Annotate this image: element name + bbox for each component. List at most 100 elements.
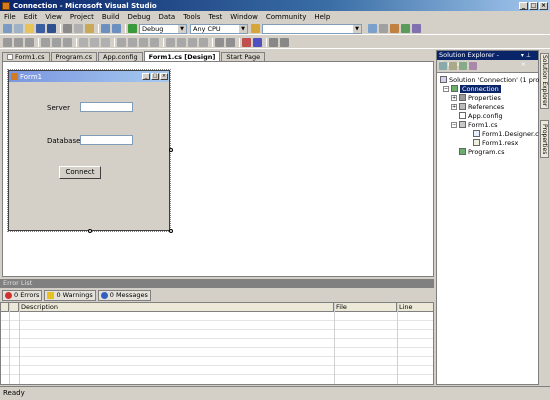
col-type[interactable] [1,303,9,311]
add-item-icon[interactable] [14,24,23,33]
menu-project[interactable]: Project [70,13,94,21]
menu-file[interactable]: File [4,13,16,21]
col-description[interactable]: Description [19,303,334,311]
menu-tools[interactable]: Tools [183,13,200,21]
error-table[interactable]: Description File Line [0,302,434,385]
make-same-width-icon[interactable] [79,38,88,47]
align-middles-icon[interactable] [52,38,61,47]
menu-build[interactable]: Build [102,13,120,21]
resize-handle-corner[interactable] [169,229,173,233]
save-all-icon[interactable] [47,24,56,33]
show-all-files-icon[interactable] [449,62,457,70]
align-rights-icon[interactable] [25,38,34,47]
class-view-icon[interactable] [412,24,421,33]
tab-program-cs[interactable]: Program.cs [50,52,97,61]
make-same-height-icon[interactable] [90,38,99,47]
col-number[interactable] [9,303,19,311]
remove-spacing-icon[interactable] [150,38,159,47]
resize-handle-bottom[interactable] [88,229,92,233]
tree-item-properties[interactable]: + Properties [451,93,501,102]
form1-designer[interactable]: Form1 _ □ × Server Database Connect [7,69,171,232]
increase-spacing-icon[interactable] [128,38,137,47]
increase-vspacing-icon[interactable] [177,38,186,47]
tree-item-form1-designer[interactable]: Form1.Designer.cs [473,129,542,138]
decrease-vspacing-icon[interactable] [188,38,197,47]
menu-window[interactable]: Window [230,13,258,21]
decrease-spacing-icon[interactable] [139,38,148,47]
side-tab-solution-explorer[interactable]: Solution Explorer [540,53,549,109]
resize-handle-right[interactable] [169,148,173,152]
pin-icon[interactable]: ▾ ⊥ × [521,51,536,68]
expand-icon[interactable]: + [451,94,457,101]
warnings-filter-button[interactable]: 0 Warnings [44,289,96,301]
save-icon[interactable] [36,24,45,33]
menu-community[interactable]: Community [266,13,307,21]
tree-item-form1[interactable]: − Form1.cs [451,120,498,129]
properties-icon[interactable] [379,24,388,33]
find-icon[interactable] [251,24,260,33]
configuration-select[interactable]: Debug ▼ [139,23,187,34]
close-button[interactable]: × [539,1,548,10]
minimize-button[interactable]: _ [519,1,528,10]
tree-item-references[interactable]: + References [451,102,504,111]
database-textbox[interactable] [80,135,133,145]
redo-icon[interactable] [112,24,121,33]
vertical-spacing-icon[interactable] [166,38,175,47]
new-project-icon[interactable] [3,24,12,33]
expand-icon[interactable]: + [451,103,457,110]
tree-item-program[interactable]: Program.cs [459,147,504,156]
side-tab-properties[interactable]: Properties [540,120,549,158]
refresh-icon[interactable] [459,62,467,70]
messages-filter-button[interactable]: 0 Messages [97,289,151,301]
platform-select[interactable]: Any CPU ▼ [190,23,248,34]
start-debugging-icon[interactable] [128,24,137,33]
menu-help[interactable]: Help [314,13,330,21]
find-combo[interactable]: ▼ [262,23,362,34]
align-lefts-icon[interactable] [3,38,12,47]
tree-item-form1-resx[interactable]: Form1.resx [473,138,518,147]
send-to-back-icon[interactable] [253,38,262,47]
center-vertically-icon[interactable] [226,38,235,47]
align-centers-icon[interactable] [14,38,23,47]
undo-icon[interactable] [101,24,110,33]
solution-explorer-icon[interactable] [368,24,377,33]
cut-icon[interactable] [63,24,72,33]
lock-controls-icon[interactable] [280,38,289,47]
align-bottoms-icon[interactable] [63,38,72,47]
tree-project[interactable]: − Connection [443,84,501,93]
col-file[interactable]: File [334,303,397,311]
horizontal-spacing-icon[interactable] [117,38,126,47]
server-label[interactable]: Server [47,104,70,112]
menu-view[interactable]: View [45,13,62,21]
tab-start-page[interactable]: Start Page [221,52,266,61]
center-horizontally-icon[interactable] [215,38,224,47]
align-tops-icon[interactable] [41,38,50,47]
menu-test[interactable]: Test [208,13,222,21]
server-textbox[interactable] [80,102,133,112]
collapse-icon[interactable]: − [451,121,457,128]
object-browser-icon[interactable] [401,24,410,33]
tab-form1-design[interactable]: Form1.cs [Design] [143,51,221,61]
col-line[interactable]: Line [397,303,433,311]
collapse-icon[interactable]: − [443,85,449,92]
remove-vspacing-icon[interactable] [199,38,208,47]
bring-to-front-icon[interactable] [242,38,251,47]
properties-icon[interactable] [439,62,447,70]
tab-order-icon[interactable] [269,38,278,47]
tree-item-app-config[interactable]: App.config [459,111,503,120]
menu-data[interactable]: Data [158,13,175,21]
view-class-diagram-icon[interactable] [469,62,477,70]
tree-solution[interactable]: Solution 'Connection' (1 project) [440,75,550,84]
menu-debug[interactable]: Debug [127,13,150,21]
menu-edit[interactable]: Edit [24,13,38,21]
maximize-button[interactable]: □ [529,1,538,10]
tab-app-config[interactable]: App.config [98,52,143,61]
copy-icon[interactable] [74,24,83,33]
paste-icon[interactable] [85,24,94,33]
errors-filter-button[interactable]: 0 Errors [2,289,43,301]
tab-form1-cs[interactable]: Form1.cs [2,52,50,61]
toolbox-icon[interactable] [390,24,399,33]
database-label[interactable]: Database [47,137,80,145]
open-file-icon[interactable] [25,24,34,33]
make-same-size-icon[interactable] [101,38,110,47]
